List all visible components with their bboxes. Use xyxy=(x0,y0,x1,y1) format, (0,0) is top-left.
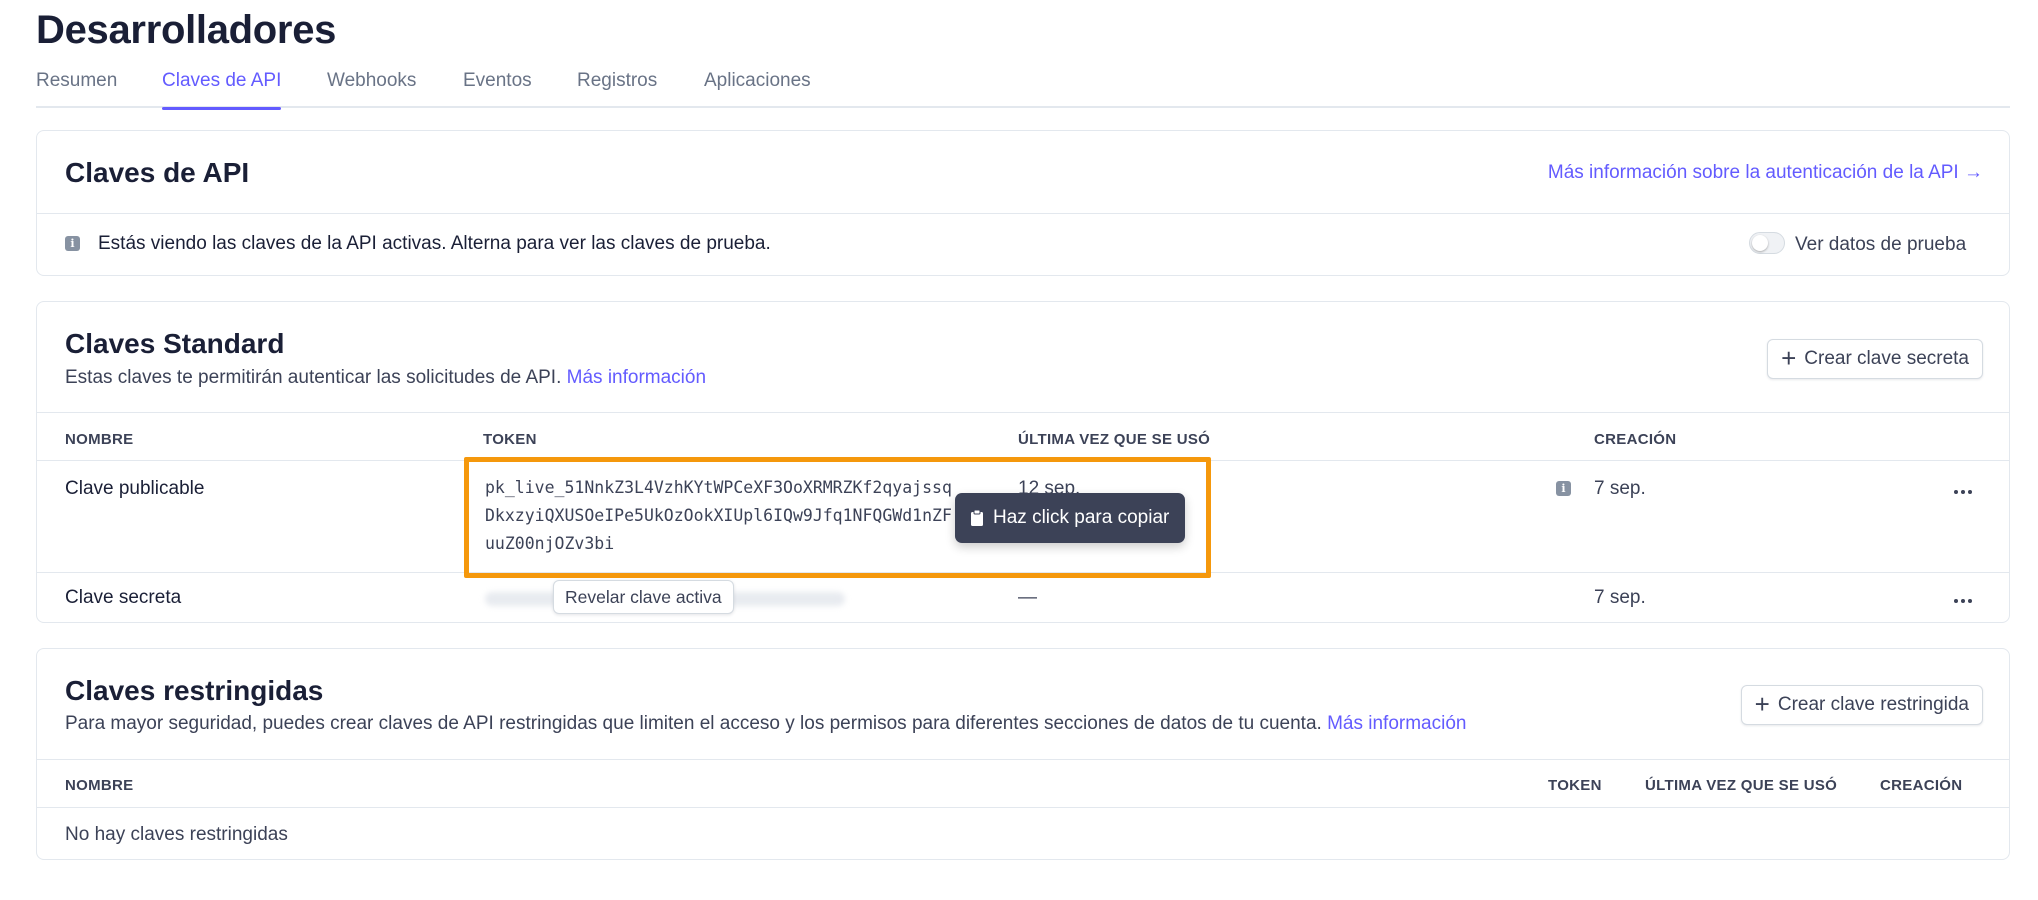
api-keys-title: Claves de API xyxy=(65,157,250,188)
divider xyxy=(37,213,2009,214)
copy-tooltip-label: Haz click para copiar xyxy=(993,507,1170,528)
empty-state-text: No hay claves restringidas xyxy=(65,824,288,845)
info-icon[interactable]: i xyxy=(1556,481,1571,496)
restricted-keys-description: Para mayor seguridad, puedes crear clave… xyxy=(65,713,1466,735)
tab-claves-de-api[interactable]: Claves de API xyxy=(162,70,282,110)
standard-keys-description: Estas claves te permitirán autenticar la… xyxy=(65,367,706,389)
column-header-last-used: ÚLTIMA VEZ QUE SE USÓ xyxy=(1018,431,1211,448)
create-restricted-key-button[interactable]: + Crear clave restringida xyxy=(1740,685,1983,725)
column-header-token: TOKEN xyxy=(483,431,537,448)
column-header-name: NOMBRE xyxy=(65,431,134,448)
column-header-created: CREACIÓN xyxy=(1880,777,1963,794)
create-restricted-key-label: Crear clave restringida xyxy=(1777,694,1969,715)
reveal-live-key-button[interactable]: Revelar clave activa xyxy=(553,580,734,614)
plus-icon: + xyxy=(1754,688,1770,719)
row-more-menu-icon[interactable] xyxy=(1950,593,1976,609)
tab-registros[interactable]: Registros xyxy=(577,70,657,108)
column-header-token: TOKEN xyxy=(1548,777,1602,794)
description-text: Estas claves te permitirán autenticar la… xyxy=(65,367,562,388)
copy-tooltip[interactable]: Haz click para copiar xyxy=(955,493,1186,543)
page-title: Desarrolladores xyxy=(36,8,337,52)
last-used-secret: — xyxy=(1018,587,1037,608)
created-secret: 7 sep. xyxy=(1594,587,1646,608)
divider xyxy=(37,759,2009,760)
test-data-toggle[interactable] xyxy=(1749,232,1785,254)
more-info-link[interactable]: Más información xyxy=(567,367,706,388)
api-keys-card: Claves de API Más información sobre la a… xyxy=(36,130,2010,276)
test-data-toggle-label: Ver datos de prueba xyxy=(1795,234,1967,255)
more-info-link[interactable]: Más información xyxy=(1327,713,1466,734)
divider xyxy=(37,807,2009,808)
tab-resumen[interactable]: Resumen xyxy=(36,70,117,108)
description-text: Para mayor seguridad, puedes crear clave… xyxy=(65,713,1322,734)
clipboard-icon xyxy=(971,510,983,526)
api-auth-docs-link[interactable]: Más información sobre la autenticación d… xyxy=(1548,162,1983,184)
key-name-secret: Clave secreta xyxy=(65,587,182,608)
tab-eventos[interactable]: Eventos xyxy=(463,70,532,108)
row-more-menu-icon[interactable] xyxy=(1950,484,1976,500)
restricted-keys-title: Claves restringidas xyxy=(65,675,324,706)
column-header-name: NOMBRE xyxy=(65,777,134,794)
tab-webhooks[interactable]: Webhooks xyxy=(327,70,416,108)
standard-keys-title: Claves Standard xyxy=(65,328,285,359)
info-icon: i xyxy=(65,236,80,251)
column-header-last-used: ÚLTIMA VEZ QUE SE USÓ xyxy=(1645,777,1838,794)
key-name-publishable: Clave publicable xyxy=(65,478,205,499)
toggle-knob xyxy=(1752,235,1768,251)
live-keys-notice: Estás viendo las claves de la API activa… xyxy=(98,233,771,254)
restricted-keys-card: Claves restringidas Para mayor seguridad… xyxy=(36,648,2010,860)
create-secret-key-button[interactable]: + Crear clave secreta xyxy=(1767,339,1983,379)
create-secret-key-label: Crear clave secreta xyxy=(1804,348,1969,369)
tab-aplicaciones[interactable]: Aplicaciones xyxy=(704,70,811,108)
divider xyxy=(37,412,2009,413)
plus-icon: + xyxy=(1781,342,1797,373)
tab-bar: Resumen Claves de API Webhooks Eventos R… xyxy=(36,70,2010,110)
created-publishable: 7 sep. xyxy=(1594,478,1646,499)
column-header-created: CREACIÓN xyxy=(1594,431,1677,448)
